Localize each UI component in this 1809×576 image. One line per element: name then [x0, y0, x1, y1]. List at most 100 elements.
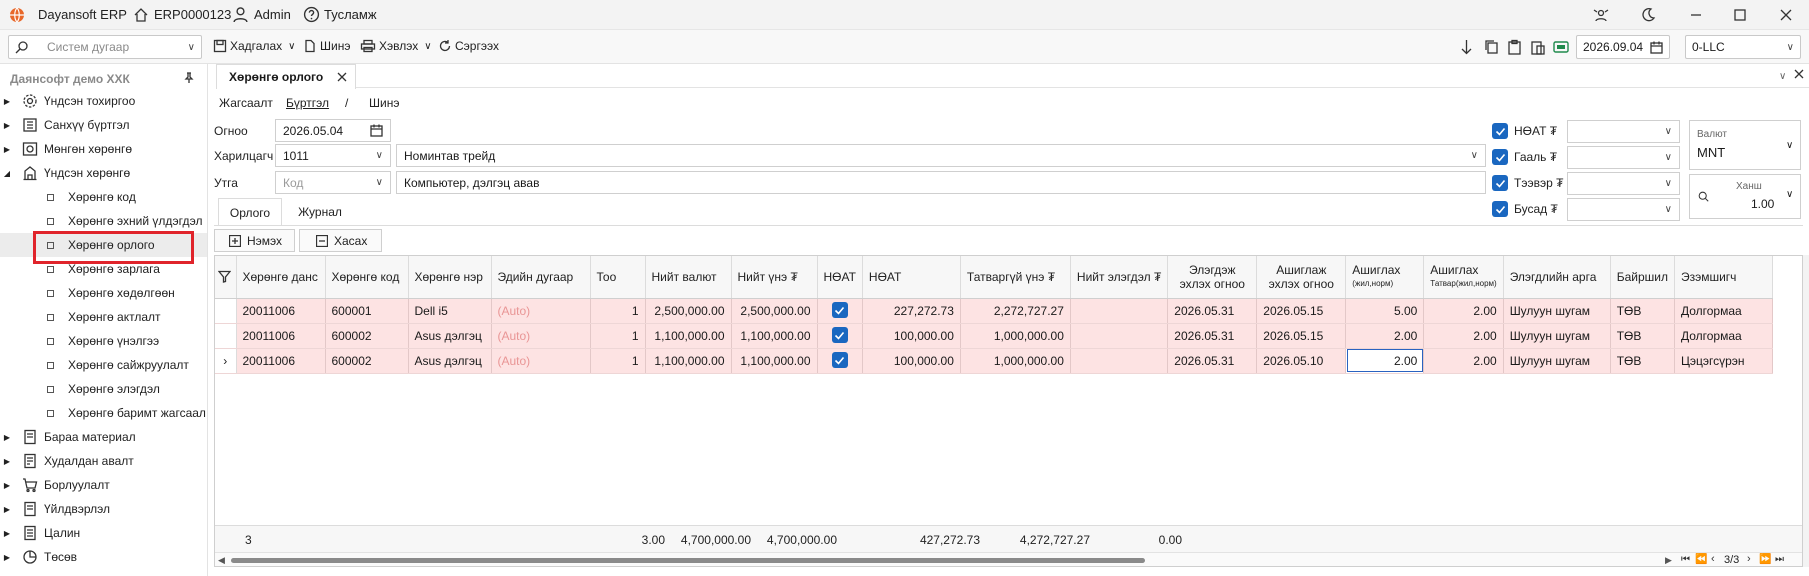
cell-tax-life[interactable]: 2.00: [1423, 298, 1504, 324]
cell-name[interactable]: Asus дэлгэц: [408, 323, 492, 349]
dark-mode-icon[interactable]: [1640, 7, 1656, 23]
sidebar-item-fixed-assets[interactable]: ◢ Үндсэн хөрөнгө: [0, 161, 207, 185]
cell-currency-total[interactable]: 1,100,000.00: [645, 323, 732, 349]
cell-currency-total[interactable]: 1,100,000.00: [645, 348, 732, 374]
col-header[interactable]: Ашиглах (жил,норм): [1345, 256, 1425, 299]
cell-use-start[interactable]: 2026.05.15: [1256, 323, 1347, 349]
sidebar-subitem[interactable]: Хөрөнгө актлалт: [0, 305, 207, 329]
crumb-new[interactable]: Шинэ: [369, 96, 399, 110]
col-header[interactable]: Ашиглах Татвар(жил,норм): [1423, 256, 1504, 299]
cell-location[interactable]: ТӨВ: [1610, 348, 1675, 374]
cell-depreciation[interactable]: [1070, 298, 1169, 324]
vat-amount-select[interactable]: ∨: [1567, 120, 1680, 143]
sidebar-item-sales[interactable]: ▶ Борлуулалт: [0, 473, 207, 497]
cell-vat[interactable]: 100,000.00: [862, 348, 961, 374]
row-selector[interactable]: [215, 298, 237, 324]
cell-tax-life[interactable]: 2.00: [1423, 323, 1504, 349]
tab-journal[interactable]: Журнал: [288, 198, 352, 226]
user-name[interactable]: Admin: [254, 7, 291, 22]
cell-location[interactable]: ТӨВ: [1610, 298, 1675, 324]
col-header[interactable]: Элэгдэж эхлэх огноо: [1167, 256, 1258, 299]
user-settings-icon[interactable]: [1593, 7, 1609, 23]
sidebar-subitem[interactable]: Хөрөнгө сайжруулалт: [0, 353, 207, 377]
crumb-list[interactable]: Жагсаалт: [219, 96, 273, 110]
remove-row-button[interactable]: Хасах: [299, 229, 382, 252]
cell-code[interactable]: 600002: [325, 348, 409, 374]
transport-amount-select[interactable]: ∨: [1567, 172, 1680, 195]
cell-owner[interactable]: Долгормаа: [1674, 323, 1773, 349]
col-header[interactable]: Элэгдлийн арга: [1503, 256, 1611, 299]
cell-vat-checkbox[interactable]: [817, 348, 863, 374]
scroll-right-icon[interactable]: ▶: [1665, 555, 1672, 566]
cell-total[interactable]: 1,100,000.00: [731, 348, 818, 374]
cell-vat[interactable]: 100,000.00: [862, 323, 961, 349]
cell-net[interactable]: 1,000,000.00: [960, 323, 1071, 349]
col-header[interactable]: НӨАТ: [862, 256, 961, 299]
cell-qty[interactable]: 1: [590, 298, 646, 324]
cell-location[interactable]: ТӨВ: [1610, 323, 1675, 349]
refresh-button[interactable]: Сэргээх: [438, 39, 499, 53]
horizontal-scrollbar[interactable]: ◀ ▶ ⏮ ⏪ ‹ 3/3 › ⏩ ⏭: [215, 552, 1802, 566]
cell-method[interactable]: Шулуун шугам: [1503, 298, 1611, 324]
excel-icon[interactable]: [1553, 39, 1569, 55]
cell-depreciation[interactable]: [1070, 348, 1169, 374]
close-all-icon[interactable]: [1794, 69, 1804, 79]
cell-qty[interactable]: 1: [590, 323, 646, 349]
close-window-icon[interactable]: [1779, 8, 1793, 22]
table-row[interactable]: 20011006 600002 Asus дэлгэц (Auto) 1 1,1…: [215, 323, 1773, 349]
other-checkbox[interactable]: Бусад ₮: [1492, 201, 1558, 217]
table-row-current[interactable]: › 20011006 600002 Asus дэлгэц (Auto) 1 1…: [215, 348, 1773, 374]
col-header[interactable]: Ашиглаж эхлэх огноо: [1256, 256, 1347, 299]
last-page-icon[interactable]: ⏭: [1775, 554, 1784, 565]
sidebar-subitem[interactable]: Хөрөнгө хөдөлгөөн: [0, 281, 207, 305]
cell-use-start[interactable]: 2026.05.10: [1256, 348, 1347, 374]
sidebar-item-cash[interactable]: ▶ Мөнгөн хөрөнгө: [0, 137, 207, 161]
col-header[interactable]: Эзэмшигч: [1674, 256, 1773, 299]
cell-tax-life[interactable]: 2.00: [1423, 348, 1504, 374]
sidebar-item-finance[interactable]: ▶ Санхүү бүртгэл: [0, 113, 207, 137]
tab-income[interactable]: Орлого: [218, 198, 282, 226]
sidebar-item-salary[interactable]: ▶ Цалин: [0, 521, 207, 545]
cell-net[interactable]: 2,272,727.27: [960, 298, 1071, 324]
cell-vat-checkbox[interactable]: [817, 323, 863, 349]
cell-code[interactable]: 600002: [325, 323, 409, 349]
cell-account[interactable]: 20011006: [236, 298, 326, 324]
col-header[interactable]: Хөрөнгө данс: [236, 256, 326, 299]
cell-life[interactable]: 2.00: [1345, 323, 1425, 349]
clipboard-icon[interactable]: [1507, 39, 1522, 55]
cell-vat-checkbox[interactable]: [817, 298, 863, 324]
cell-name[interactable]: Dell i5: [408, 298, 492, 324]
cell-dep-start[interactable]: 2026.05.31: [1167, 348, 1258, 374]
filter-icon[interactable]: [218, 270, 233, 284]
cell-serial[interactable]: (Auto): [491, 323, 591, 349]
system-number-search[interactable]: Систем дугаар ∨: [8, 35, 202, 59]
crumb-register[interactable]: Бүртгэл: [286, 96, 329, 110]
date-field[interactable]: 2026.05.04: [275, 119, 391, 142]
col-header[interactable]: Нийт үнэ ₮: [731, 256, 818, 299]
pin-icon[interactable]: [183, 72, 195, 84]
transport-checkbox[interactable]: Тээвэр ₮: [1492, 175, 1563, 191]
paste-icon[interactable]: [1530, 39, 1545, 55]
cell-code[interactable]: 600001: [325, 298, 409, 324]
currency-select[interactable]: Валют MNT ∨: [1689, 120, 1801, 170]
cell-currency-total[interactable]: 2,500,000.00: [645, 298, 732, 324]
rate-field[interactable]: Ханш 1.00 ∨: [1689, 174, 1801, 219]
sidebar-subitem[interactable]: Хөрөнгө эхний үлдэгдэл: [0, 209, 207, 233]
cell-dep-start[interactable]: 2026.05.31: [1167, 323, 1258, 349]
sidebar-item-purchase[interactable]: ▶ Худалдан авалт: [0, 449, 207, 473]
cell-dep-start[interactable]: 2026.05.31: [1167, 298, 1258, 324]
cell-depreciation[interactable]: [1070, 323, 1169, 349]
add-row-button[interactable]: Нэмэх: [214, 229, 295, 252]
cell-name[interactable]: Asus дэлгэц: [408, 348, 492, 374]
cell-total[interactable]: 2,500,000.00: [731, 298, 818, 324]
next-page-icon[interactable]: ›: [1747, 553, 1751, 565]
prev-page-icon[interactable]: ‹: [1711, 553, 1715, 565]
customs-amount-select[interactable]: ∨: [1567, 146, 1680, 169]
partner-name-field[interactable]: Номинтав трейд ∨: [396, 144, 1486, 167]
scroll-left-icon[interactable]: ◀: [218, 555, 225, 566]
col-header[interactable]: Байршил: [1610, 256, 1675, 299]
cell-use-start[interactable]: 2026.05.15: [1256, 298, 1347, 324]
chevron-down-icon[interactable]: ∨: [1779, 71, 1786, 82]
next-fast-icon[interactable]: ⏩: [1759, 554, 1771, 565]
sidebar-subitem[interactable]: Хөрөнгө элэгдэл: [0, 377, 207, 401]
